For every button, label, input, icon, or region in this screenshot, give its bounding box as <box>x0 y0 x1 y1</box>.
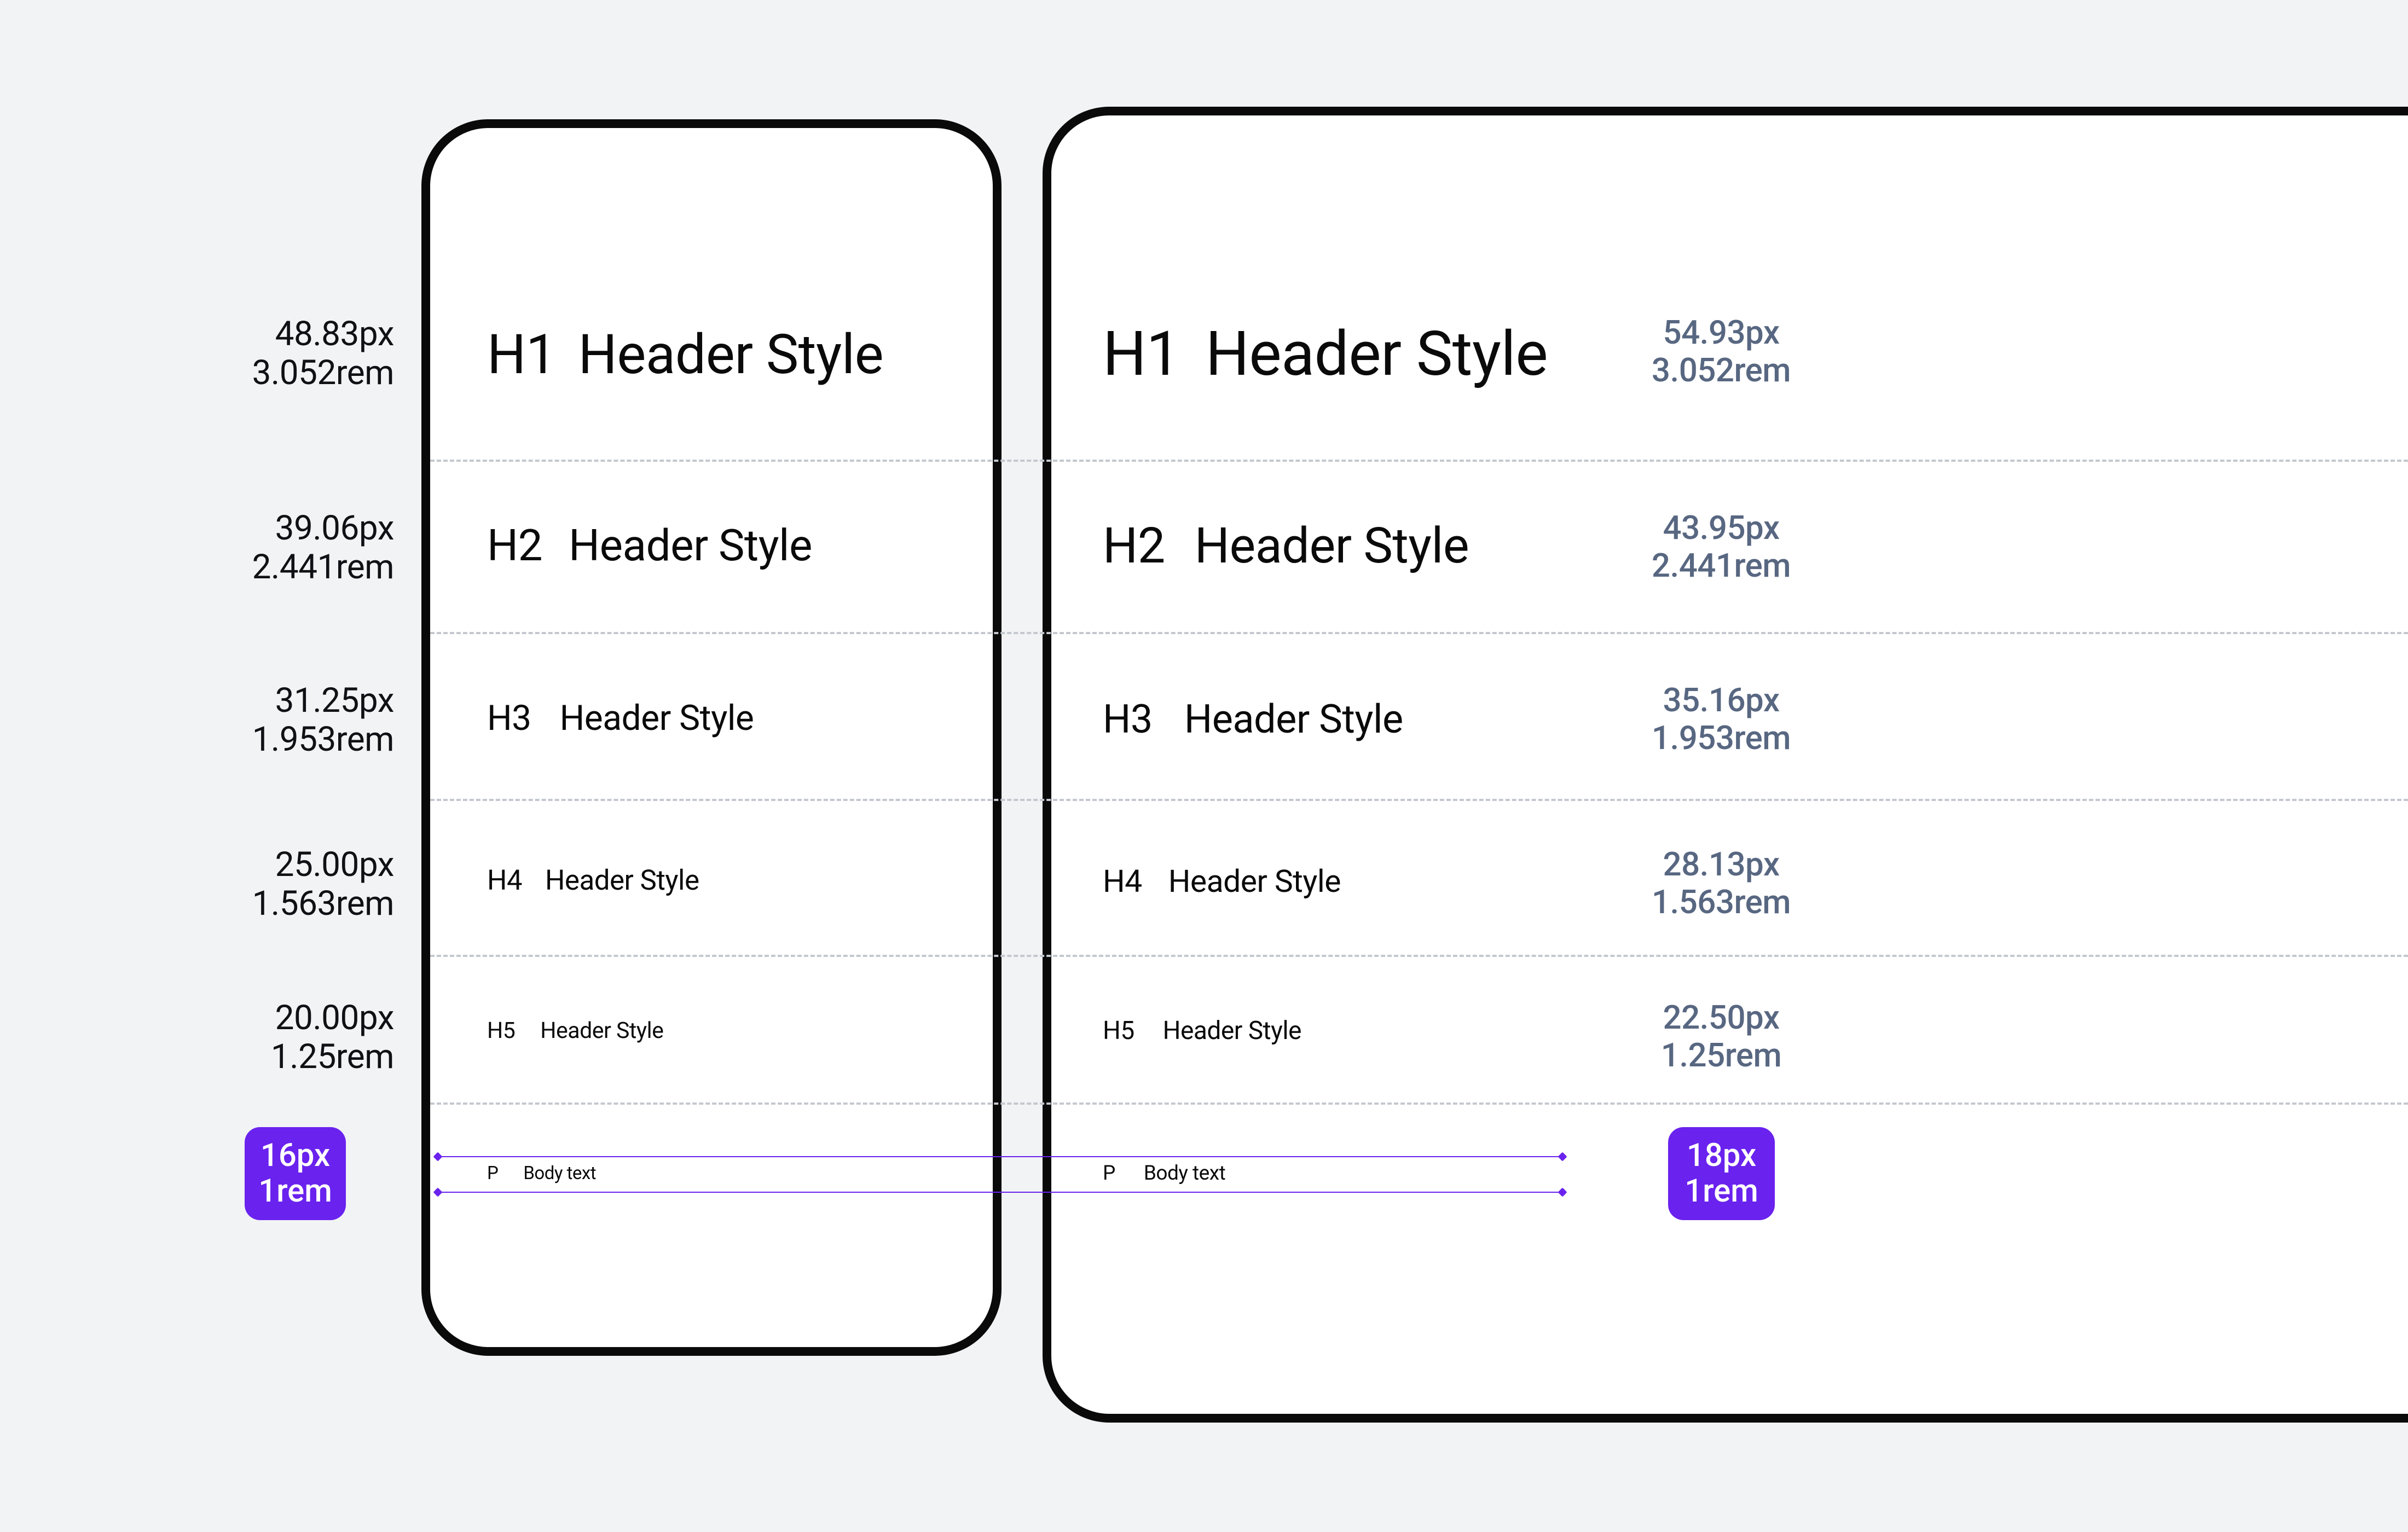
h5-label: Header Style <box>1163 1016 1301 1046</box>
tablet-sample-h5: H5 Header Style <box>1103 1016 1301 1046</box>
h3-tag: H3 <box>487 698 531 739</box>
h3-label: Header Style <box>560 698 754 739</box>
mobile-h5-px: 20.00px <box>0 999 394 1037</box>
mobile-h3-px: 31.25px <box>0 681 394 720</box>
tablet-sample-h4: H4 Header Style <box>1103 863 1341 900</box>
tablet-sample-h2: H2 Header Style <box>1103 517 1469 574</box>
tablet-metric-h2: 43.95px 2.441rem <box>1634 509 1809 584</box>
h4-tag: H4 <box>487 864 522 897</box>
h1-tag: H1 <box>1103 318 1180 390</box>
divider-h1 <box>430 460 2408 462</box>
mobile-h2-rem: 2.441rem <box>0 548 394 587</box>
tablet-h3-rem: 1.953rem <box>1634 719 1809 757</box>
mobile-metric-h2: 39.06px 2.441rem <box>0 509 394 587</box>
h5-tag: H5 <box>1103 1016 1134 1046</box>
base-badge-tablet: 18px 1rem <box>1668 1127 1775 1220</box>
mobile-h4-rem: 1.563rem <box>0 884 394 923</box>
base-tablet-px: 18px <box>1687 1138 1756 1174</box>
phone-sample-h3: H3 Header Style <box>487 698 754 739</box>
p-label: Body text <box>1144 1162 1225 1185</box>
divider-h2 <box>430 632 2408 634</box>
tablet-h4-px: 28.13px <box>1634 845 1809 883</box>
h2-tag: H2 <box>487 520 542 571</box>
mobile-h5-rem: 1.25rem <box>0 1037 394 1076</box>
tablet-frame <box>1043 107 2408 1423</box>
phone-sample-h5: H5 Header Style <box>487 1018 663 1044</box>
phone-sample-h2: H2 Header Style <box>487 520 812 571</box>
tablet-h2-px: 43.95px <box>1634 509 1809 547</box>
tablet-metric-h3: 35.16px 1.953rem <box>1634 681 1809 757</box>
h1-tag: H1 <box>487 323 557 387</box>
mobile-h2-px: 39.06px <box>0 509 394 548</box>
tablet-h1-rem: 3.052rem <box>1634 351 1809 389</box>
divider-h3 <box>430 799 2408 801</box>
mobile-h4-px: 25.00px <box>0 845 394 884</box>
tablet-h5-px: 22.50px <box>1634 999 1809 1036</box>
mobile-metric-h3: 31.25px 1.953rem <box>0 681 394 759</box>
h3-label: Header Style <box>1184 696 1403 742</box>
h2-tag: H2 <box>1103 517 1165 574</box>
base-tablet-rem: 1rem <box>1685 1174 1758 1209</box>
tablet-h5-rem: 1.25rem <box>1634 1036 1809 1074</box>
tablet-h3-px: 35.16px <box>1634 681 1809 719</box>
mobile-h3-rem: 1.953rem <box>0 720 394 759</box>
body-rail-top <box>438 1156 1562 1157</box>
divider-h4 <box>430 955 2408 957</box>
h4-tag: H4 <box>1103 863 1142 900</box>
tablet-metric-h5: 22.50px 1.25rem <box>1634 999 1809 1074</box>
body-rail-bottom <box>438 1192 1562 1193</box>
tablet-h4-rem: 1.563rem <box>1634 883 1809 921</box>
mobile-metric-h1: 48.83px 3.052rem <box>0 315 394 393</box>
phone-sample-h4: H4 Header Style <box>487 864 699 897</box>
h2-label: Header Style <box>569 520 812 571</box>
tablet-sample-h1: H1 Header Style <box>1103 318 1548 390</box>
h1-label: Header Style <box>578 323 884 387</box>
phone-sample-h1: H1 Header Style <box>487 323 883 387</box>
mobile-metric-h5: 20.00px 1.25rem <box>0 999 394 1077</box>
divider-h5 <box>430 1102 2408 1105</box>
typography-scale-diagram: 48.83px 3.052rem H1 Header Style H1 Head… <box>0 0 2408 1532</box>
mobile-h1-rem: 3.052rem <box>0 353 394 392</box>
h5-label: Header Style <box>540 1018 663 1044</box>
tablet-sample-h3: H3 Header Style <box>1103 696 1403 742</box>
p-label: Body text <box>523 1163 596 1184</box>
h3-tag: H3 <box>1103 696 1153 742</box>
p-tag: P <box>1103 1162 1115 1185</box>
tablet-sample-p: P Body text <box>1103 1162 1225 1185</box>
h2-label: Header Style <box>1195 517 1469 574</box>
base-mobile-px: 16px <box>261 1138 330 1174</box>
tablet-h2-rem: 2.441rem <box>1634 547 1809 584</box>
h5-tag: H5 <box>487 1018 515 1044</box>
tablet-metric-h4: 28.13px 1.563rem <box>1634 845 1809 921</box>
mobile-h1-px: 48.83px <box>0 315 394 353</box>
h1-label: Header Style <box>1206 318 1548 390</box>
tablet-h1-px: 54.93px <box>1634 314 1809 351</box>
h4-label: Header Style <box>1168 863 1341 900</box>
p-tag: P <box>487 1163 498 1184</box>
phone-sample-p: P Body text <box>487 1163 596 1184</box>
mobile-metric-h4: 25.00px 1.563rem <box>0 845 394 924</box>
tablet-metric-h1: 54.93px 3.052rem <box>1634 314 1809 389</box>
base-mobile-rem: 1rem <box>258 1174 332 1209</box>
h4-label: Header Style <box>545 864 699 897</box>
base-badge-mobile: 16px 1rem <box>245 1127 346 1220</box>
